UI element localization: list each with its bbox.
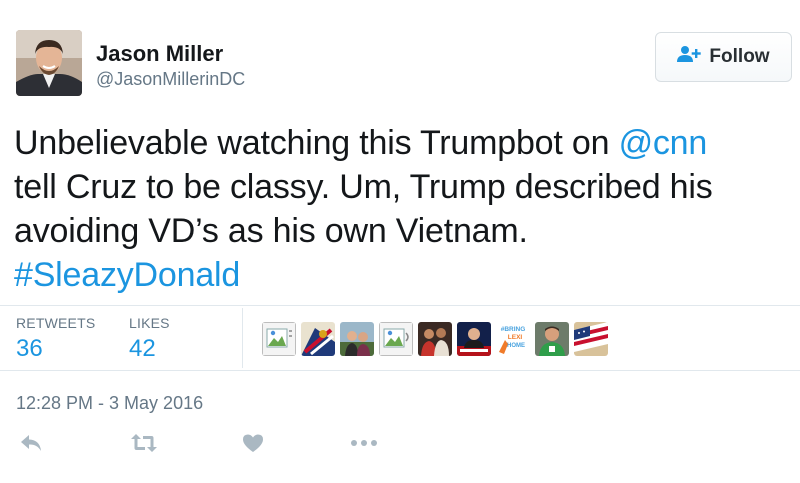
tweet-timestamp[interactable]: 12:28 PM - 3 May 2016 <box>16 393 203 414</box>
svg-text:LEXI: LEXI <box>508 334 523 341</box>
tweet-line-2: tell Cruz to be classy. Um, Trump descri… <box>14 168 713 206</box>
avatar-couple-icon[interactable] <box>340 322 374 356</box>
avatar-us-flag-icon[interactable] <box>574 322 608 356</box>
retweet-icon[interactable] <box>129 431 159 455</box>
tweet-line-3: avoiding VD’s as his own Vietnam. <box>14 212 528 250</box>
follow-button-label: Follow <box>709 46 770 67</box>
liker-avatars: #BRING LEXI HOME <box>262 322 608 356</box>
tweet-line-1-text: Unbelievable watching this Trumpbot on <box>14 124 619 162</box>
reply-icon[interactable] <box>16 431 46 455</box>
stats-separator <box>242 308 243 368</box>
retweets-label[interactable]: RETWEETS <box>16 315 95 331</box>
divider-top <box>0 305 800 306</box>
likes-label[interactable]: LIKES <box>129 315 170 331</box>
avatar-bring-lexi-home-icon[interactable]: #BRING LEXI HOME <box>496 322 530 356</box>
divider-bottom <box>0 370 800 371</box>
svg-text:HOME: HOME <box>507 343 525 349</box>
avatar-man-green-icon[interactable] <box>535 322 569 356</box>
tweet-card: Jason Miller @JasonMillerinDC Follow Unb… <box>0 0 800 483</box>
broken-image-icon[interactable] <box>262 322 296 356</box>
retweets-count[interactable]: 36 <box>16 335 43 363</box>
broken-image-icon[interactable] <box>379 322 413 356</box>
avatar-people-icon[interactable] <box>418 322 452 356</box>
svg-text:#BRING: #BRING <box>501 326 526 333</box>
mention-link[interactable]: @cnn <box>619 124 708 162</box>
avatar-tv-icon[interactable] <box>457 322 491 356</box>
author-handle[interactable]: @JasonMillerinDC <box>96 69 245 90</box>
like-icon[interactable] <box>238 431 268 455</box>
author-name[interactable]: Jason Miller <box>96 41 223 67</box>
tweet-line-1: Unbelievable watching this Trumpbot on @… <box>14 121 794 165</box>
likes-count[interactable]: 42 <box>129 335 156 363</box>
hashtag-link[interactable]: #SleazyDonald <box>14 256 240 294</box>
tweet-text: Unbelievable watching this Trumpbot on @… <box>14 121 794 297</box>
follow-button[interactable]: Follow <box>655 32 792 82</box>
author-avatar[interactable] <box>16 30 82 96</box>
avatar-flag-icon[interactable] <box>301 322 335 356</box>
more-icon[interactable] <box>349 431 379 455</box>
add-user-icon <box>677 45 702 69</box>
